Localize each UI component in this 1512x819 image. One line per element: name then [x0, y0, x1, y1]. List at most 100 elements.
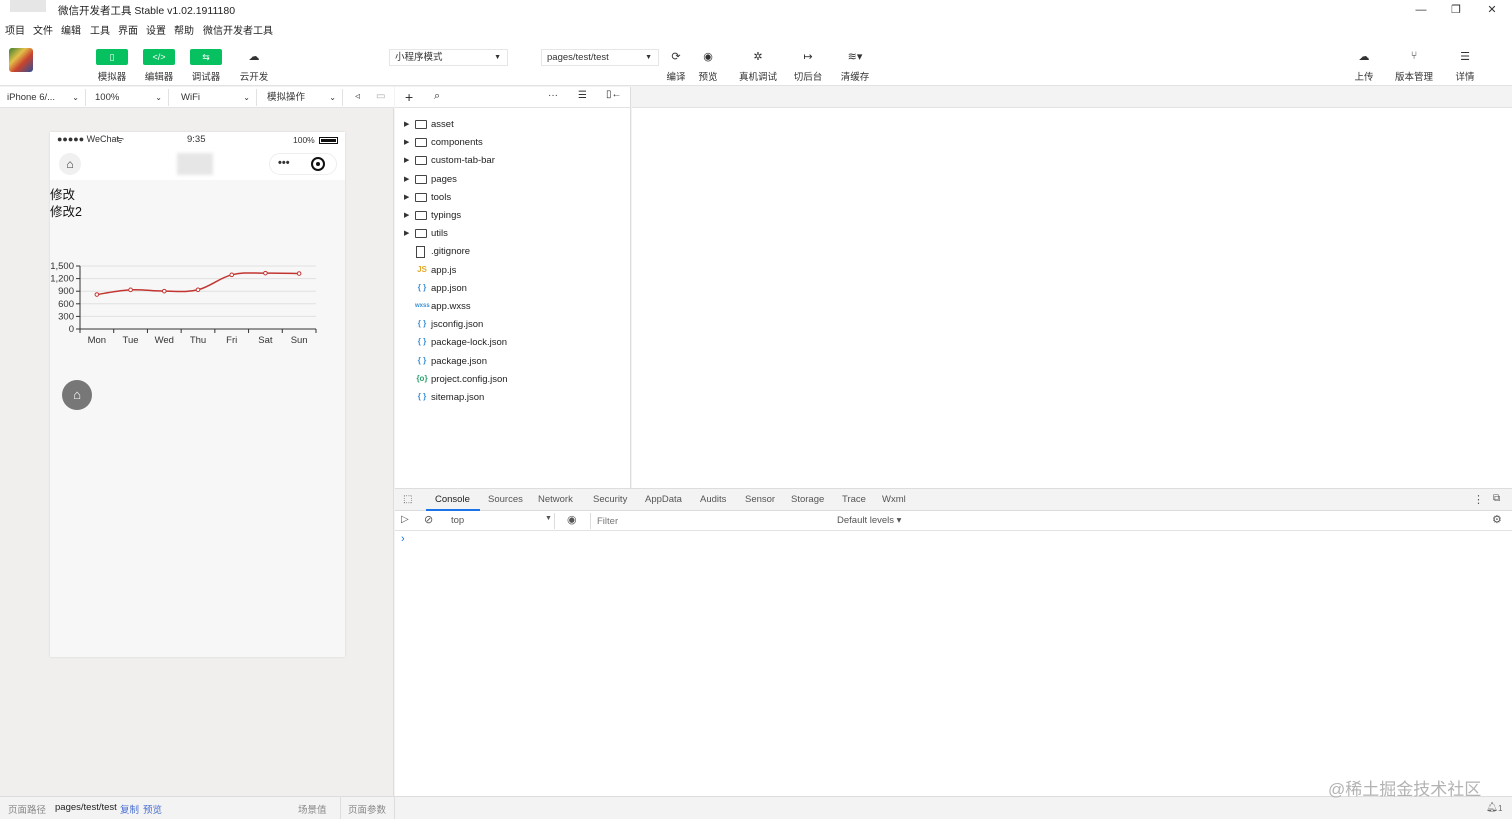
inspect-icon[interactable]: ⬚	[403, 494, 412, 505]
file-item[interactable]: { } package.json	[395, 353, 631, 371]
chevron-right-icon[interactable]: ▶	[404, 134, 409, 152]
debugger-toggle-button[interactable]: ⇆	[190, 49, 222, 65]
chevron-right-icon[interactable]: ▶	[404, 152, 409, 170]
tab-wxml[interactable]: Wxml	[882, 494, 906, 505]
upload-icon[interactable]: ☁	[1354, 50, 1374, 64]
minimize-button[interactable]: —	[1406, 2, 1436, 18]
sidebar-toggle-icon[interactable]: ▷	[401, 514, 409, 525]
file-item[interactable]: { } app.json	[395, 280, 631, 298]
folder-item[interactable]: ▶ tools	[395, 189, 631, 207]
zoom-select[interactable]: 100% ⌄	[88, 89, 169, 106]
eye-icon[interactable]: ◉	[567, 513, 577, 526]
chevron-right-icon[interactable]: ▶	[404, 171, 409, 189]
bug-icon[interactable]: ✲	[748, 50, 768, 64]
chevron-right-icon[interactable]: ▶	[404, 225, 409, 243]
menu-help[interactable]: 帮助	[174, 22, 194, 37]
layers-icon[interactable]: ≋▾	[845, 50, 865, 64]
add-icon[interactable]: +	[405, 89, 413, 105]
file-item[interactable]: wxss app.wxss	[395, 298, 631, 316]
editor-toggle-button[interactable]: </>	[143, 49, 175, 65]
search-icon[interactable]: ⌕	[434, 90, 440, 103]
menu-settings[interactable]: 设置	[146, 22, 166, 37]
scene-button[interactable]: 场景值	[298, 802, 327, 816]
chevron-right-icon[interactable]: ▶	[404, 207, 409, 225]
menu-view[interactable]: 界面	[118, 22, 138, 37]
background-label[interactable]: 切后台	[783, 69, 833, 83]
page-params-button[interactable]: 页面参数	[348, 802, 386, 816]
network-select[interactable]: WiFi ⌄	[174, 89, 257, 106]
eye-icon[interactable]: ◉	[698, 50, 718, 64]
file-item[interactable]: JS app.js	[395, 262, 631, 280]
upload-label[interactable]: 上传	[1339, 69, 1389, 83]
tab-sensor[interactable]: Sensor	[745, 494, 775, 505]
folder-item[interactable]: ▶ custom-tab-bar	[395, 152, 631, 170]
page-select[interactable]: pages/test/test ▼	[541, 49, 659, 66]
tab-appdata[interactable]: AppData	[645, 494, 682, 505]
menu-project[interactable]: 项目	[5, 22, 25, 37]
floating-home-button[interactable]: ⌂	[62, 380, 92, 410]
folder-item[interactable]: ▶ utils	[395, 225, 631, 243]
cloud-dev-button[interactable]: ☁	[238, 49, 270, 65]
log-levels-select[interactable]: Default levels ▾	[837, 515, 901, 526]
folder-item[interactable]: ▶ pages	[395, 171, 631, 189]
tab-console[interactable]: Console	[435, 494, 470, 505]
menu-tools[interactable]: 工具	[90, 22, 110, 37]
collapse-icon[interactable]: ☰	[578, 90, 587, 101]
file-item[interactable]: {o} project.config.json	[395, 371, 631, 389]
menu-icon[interactable]: ☰	[1455, 50, 1475, 64]
y-tick-label: 1,500	[50, 261, 74, 272]
menu-edit[interactable]: 编辑	[61, 22, 81, 37]
console-output[interactable]: ›	[395, 531, 1512, 796]
remote-debug-label[interactable]: 真机调试	[733, 69, 783, 83]
file-item[interactable]: .gitignore	[395, 243, 631, 261]
refresh-icon[interactable]: ⟳	[666, 50, 686, 64]
home-icon[interactable]: ⌂	[59, 153, 81, 175]
tab-trace[interactable]: Trace	[842, 494, 866, 505]
tab-storage[interactable]: Storage	[791, 494, 824, 505]
tab-network[interactable]: Network	[538, 494, 573, 505]
popout-icon[interactable]: ▭	[376, 91, 385, 102]
close-button[interactable]: ✕	[1477, 2, 1507, 18]
switch-icon[interactable]: ↦	[798, 50, 818, 64]
avatar[interactable]	[9, 48, 33, 72]
kebab-icon[interactable]: ⋮	[1473, 493, 1484, 506]
operation-select[interactable]: 模拟操作 ⌄	[260, 89, 343, 106]
restore-button[interactable]: ❐	[1441, 2, 1471, 18]
simulator-toggle-button[interactable]: ▯	[96, 49, 128, 65]
undock-icon[interactable]: ⧉	[1493, 493, 1500, 504]
folder-item[interactable]: ▶ typings	[395, 207, 631, 225]
version-label[interactable]: 版本管理	[1389, 69, 1439, 83]
context-select[interactable]: top ▼	[445, 513, 555, 529]
branch-icon[interactable]: ⑂	[1404, 50, 1424, 64]
file-item[interactable]: { } package-lock.json	[395, 334, 631, 352]
gear-icon[interactable]: ⚙	[1492, 513, 1502, 526]
console-filter-input[interactable]	[590, 513, 830, 529]
more-dots-icon[interactable]: •••	[278, 157, 290, 169]
mode-select[interactable]: 小程序模式 ▼	[389, 49, 508, 66]
preview-link[interactable]: 预览	[143, 802, 162, 816]
page-line-2: 修改2	[50, 205, 82, 219]
more-icon[interactable]: ···	[548, 90, 558, 101]
details-label[interactable]: 详情	[1440, 69, 1490, 83]
copy-link[interactable]: 复制	[120, 802, 139, 816]
file-name: components	[431, 137, 483, 149]
close-mini-icon[interactable]	[311, 157, 325, 171]
tab-audits[interactable]: Audits	[700, 494, 726, 505]
clear-console-icon[interactable]: ⊘	[424, 513, 433, 526]
preview-label[interactable]: 预览	[683, 69, 733, 83]
menu-file[interactable]: 文件	[33, 22, 53, 37]
tab-sources[interactable]: Sources	[488, 494, 523, 505]
folder-item[interactable]: ▶ asset	[395, 116, 631, 134]
hide-panel-icon[interactable]: ▯←	[606, 89, 622, 100]
bell-icon[interactable]: 🔔︎	[1486, 802, 1498, 813]
folder-item[interactable]: ▶ components	[395, 134, 631, 152]
file-item[interactable]: { } sitemap.json	[395, 389, 631, 407]
file-item[interactable]: { } jsconfig.json	[395, 316, 631, 334]
clear-cache-label[interactable]: 清缓存	[830, 69, 880, 83]
menu-wechat-devtools[interactable]: 微信开发者工具	[203, 22, 273, 37]
device-select[interactable]: iPhone 6/... ⌄	[0, 89, 86, 106]
chevron-right-icon[interactable]: ▶	[404, 116, 409, 134]
tab-security[interactable]: Security	[593, 494, 627, 505]
mute-icon[interactable]: ◃	[355, 91, 360, 102]
chevron-right-icon[interactable]: ▶	[404, 189, 409, 207]
